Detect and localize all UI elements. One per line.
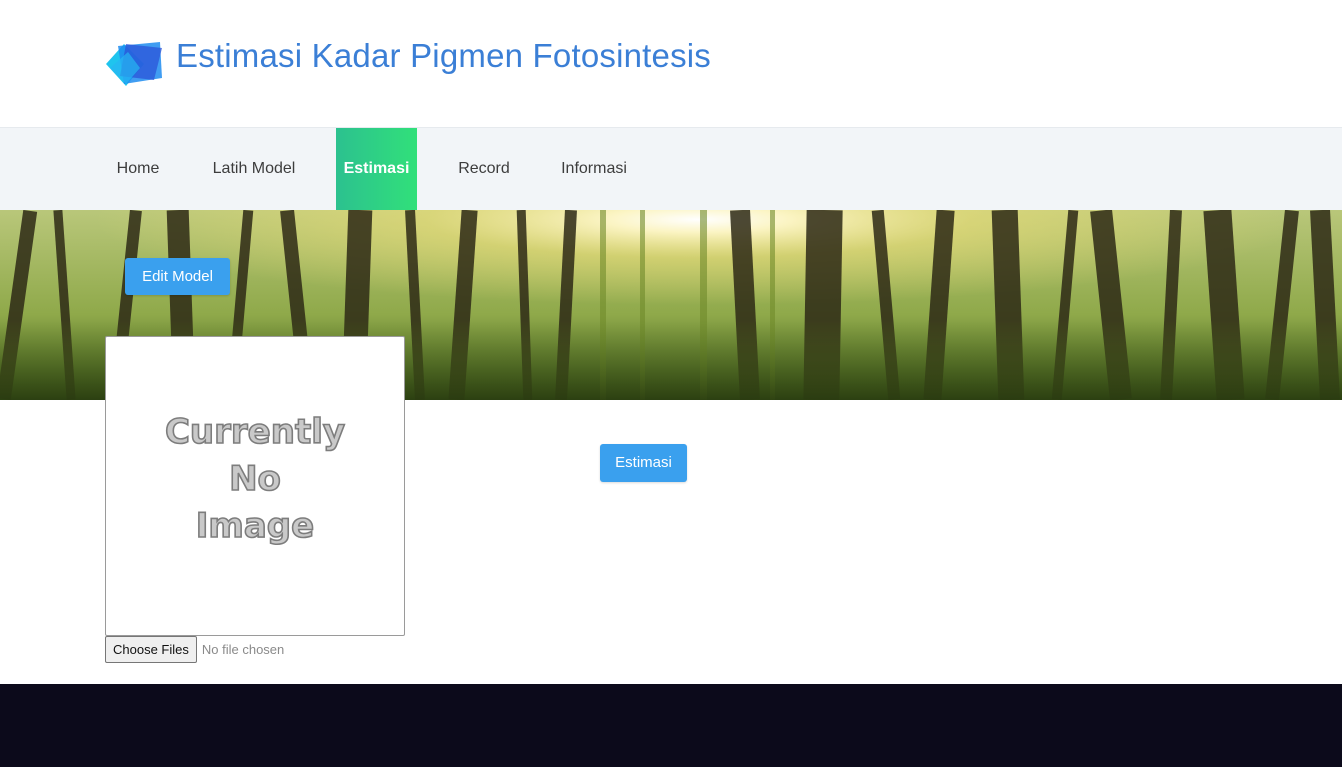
- site-header: Estimasi Kadar Pigmen Fotosintesis: [0, 0, 1342, 128]
- image-preview: Currently No Image: [105, 336, 405, 636]
- no-image-placeholder: Currently No Image: [164, 411, 346, 547]
- site-title[interactable]: Estimasi Kadar Pigmen Fotosintesis: [176, 36, 711, 76]
- main-nav: Home Latih Model Estimasi Record Informa…: [0, 128, 1342, 210]
- site-footer: [0, 684, 1342, 767]
- file-input: Choose Files No file chosen: [105, 636, 284, 663]
- estimasi-button[interactable]: Estimasi: [600, 444, 687, 482]
- nav-item-record[interactable]: Record: [447, 128, 521, 210]
- nav-item-estimasi[interactable]: Estimasi: [336, 128, 417, 210]
- choose-files-button[interactable]: Choose Files: [105, 636, 197, 663]
- nav-item-informasi[interactable]: Informasi: [549, 128, 639, 210]
- edit-model-button[interactable]: Edit Model: [125, 258, 230, 295]
- nav-item-latih-model[interactable]: Latih Model: [199, 128, 309, 210]
- nav-item-home[interactable]: Home: [105, 128, 171, 210]
- layered-squares-logo-icon[interactable]: [104, 38, 166, 90]
- file-status-text: No file chosen: [201, 642, 285, 657]
